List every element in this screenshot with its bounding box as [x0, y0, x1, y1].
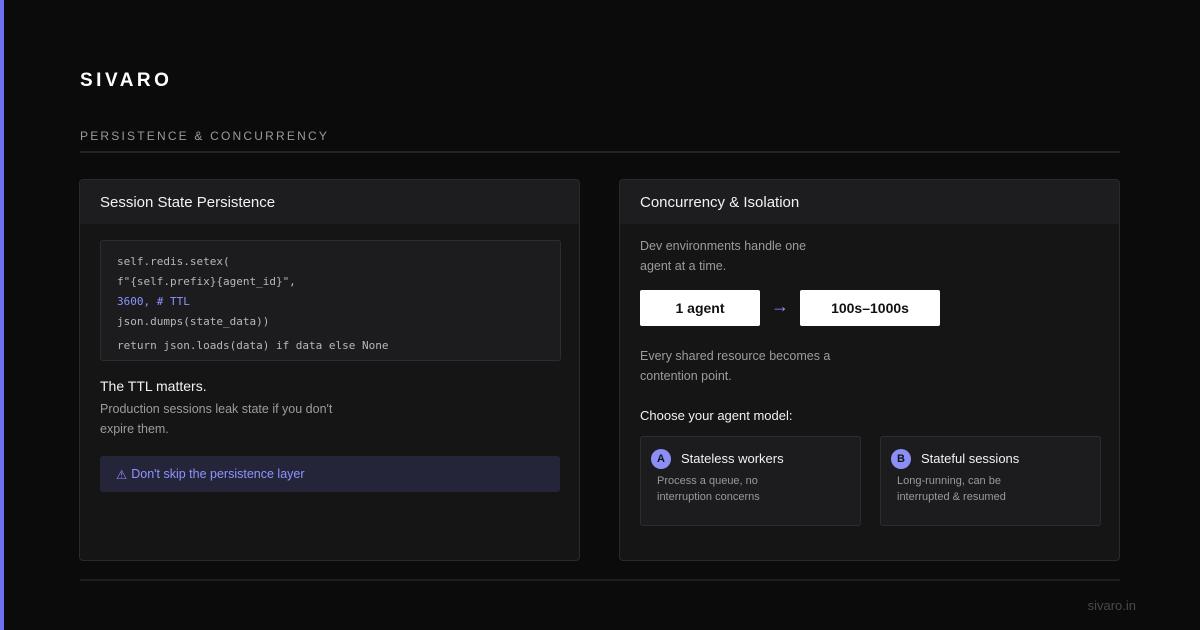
- code-line: json.dumps(state_data)): [117, 315, 270, 328]
- code-snippet: self.redis.setex( f"{self.prefix}{agent_…: [100, 240, 561, 361]
- ttl-heading: The TTL matters.: [100, 378, 207, 394]
- option-title: Stateless workers: [681, 451, 784, 466]
- code-line: f"{self.prefix}{agent_id}",: [117, 275, 296, 288]
- concurrency-card: Concurrency & Isolation Dev environments…: [619, 179, 1120, 561]
- brand-logo: SIVARO: [80, 70, 173, 91]
- warning-icon: ⚠: [116, 467, 128, 482]
- accent-bar: [0, 0, 4, 630]
- code-line-ttl: 3600, # TTL: [117, 295, 190, 308]
- section-label: PERSISTENCE & CONCURRENCY: [80, 129, 330, 143]
- option-badge-b: B: [891, 449, 911, 469]
- choose-model-label: Choose your agent model:: [640, 408, 793, 423]
- footer-url: sivaro.in: [1087, 598, 1136, 613]
- option-title: Stateful sessions: [921, 451, 1020, 466]
- dev-environment-text: Dev environments handle one agent at a t…: [640, 239, 807, 273]
- code-line: return json.loads(data) if data else Non…: [117, 339, 389, 352]
- card-title: Session State Persistence: [80, 180, 579, 224]
- scale-to-pill: 100s–1000s: [800, 290, 940, 326]
- ttl-description: Production sessions leak state if you do…: [100, 402, 333, 436]
- option-description: Process a queue, no interruption concern…: [657, 475, 760, 503]
- top-divider: [80, 151, 1120, 153]
- bottom-divider: [80, 579, 1120, 581]
- card-title: Concurrency & Isolation: [620, 180, 1119, 224]
- scale-from-pill: 1 agent: [640, 290, 760, 326]
- option-badge-a: A: [651, 449, 671, 469]
- option-stateless-workers: A Stateless workers Process a queue, no …: [640, 436, 861, 526]
- session-state-card: Session State Persistence self.redis.set…: [79, 179, 580, 561]
- warning-text: Don't skip the persistence layer: [131, 467, 305, 481]
- scale-comparison: 1 agent → 100s–1000s: [640, 290, 1040, 326]
- option-description: Long-running, can be interrupted & resum…: [897, 475, 1006, 503]
- code-line: self.redis.setex(: [117, 255, 230, 268]
- contention-text: Every shared resource becomes a contenti…: [640, 349, 831, 383]
- option-stateful-sessions: B Stateful sessions Long-running, can be…: [880, 436, 1101, 526]
- arrow-right-icon: →: [771, 296, 789, 316]
- warning-callout: ⚠ Don't skip the persistence layer: [100, 456, 560, 492]
